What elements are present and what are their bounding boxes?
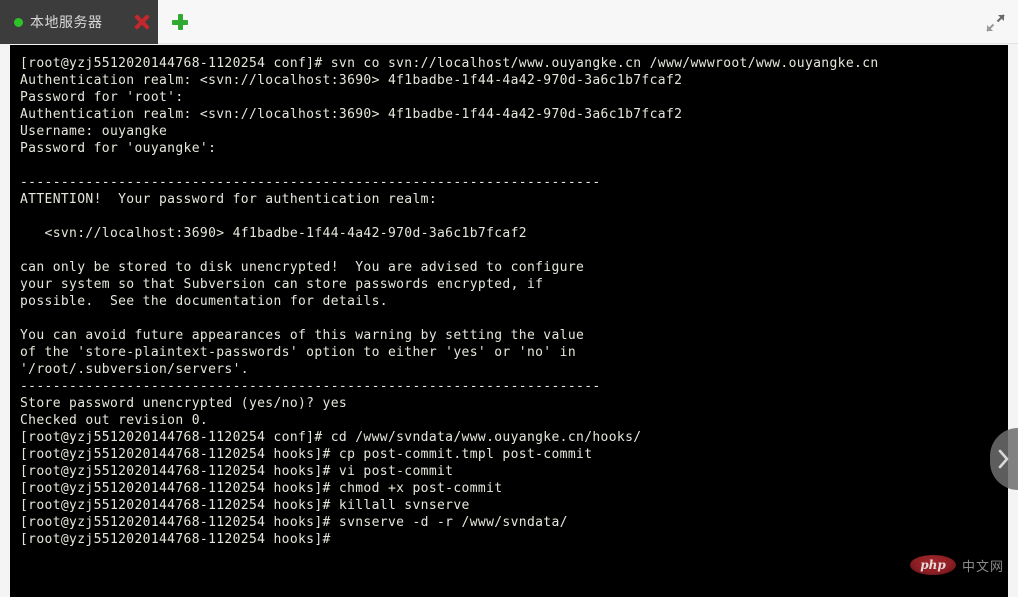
close-x-icon[interactable]	[132, 12, 152, 32]
add-tab-button[interactable]	[158, 0, 202, 44]
terminal-line: [root@yzj5512020144768-1120254 hooks]# s…	[20, 515, 568, 530]
chevron-right-icon	[998, 449, 1009, 469]
terminal-line: [root@yzj5512020144768-1120254 hooks]# v…	[20, 464, 454, 479]
terminal-line: [root@yzj5512020144768-1120254 hooks]# k…	[20, 498, 470, 513]
terminal-line: Password for 'root':	[20, 90, 184, 105]
terminal-line: Store password unencrypted (yes/no)? yes	[20, 396, 348, 411]
terminal-line: Checked out revision 0.	[20, 413, 209, 428]
plus-icon	[172, 14, 188, 30]
terminal-line: [root@yzj5512020144768-1120254 hooks]# c…	[20, 447, 593, 462]
tab-label: 本地服务器	[30, 15, 103, 31]
expand-diagonal-icon[interactable]	[984, 13, 1006, 33]
terminal-line: Password for 'ouyangke':	[20, 141, 217, 156]
terminal-line: possible. See the documentation for deta…	[20, 294, 388, 309]
terminal-line: [root@yzj5512020144768-1120254 conf]# sv…	[20, 56, 879, 71]
terminal-line: ----------------------------------------…	[20, 379, 601, 394]
terminal-window: 本地服务器 [root@yzj5512020144768-1120254 con…	[0, 0, 1018, 597]
tab-bar: 本地服务器	[0, 0, 1018, 44]
terminal-line: [root@yzj5512020144768-1120254 conf]# cd…	[20, 430, 642, 445]
terminal-line: '/root/.subversion/servers'.	[20, 362, 249, 377]
terminal-line: [root@yzj5512020144768-1120254 hooks]# c…	[20, 481, 503, 496]
terminal-line: can only be stored to disk unencrypted! …	[20, 260, 585, 275]
terminal-line: ----------------------------------------…	[20, 175, 601, 190]
terminal-line: Authentication realm: <svn://localhost:3…	[20, 107, 683, 122]
terminal-line: your system so that Subversion can store…	[20, 277, 544, 292]
terminal-line: You can avoid future appearances of this…	[20, 328, 585, 343]
terminal-line: <svn://localhost:3690> 4f1badbe-1f44-4a4…	[20, 226, 527, 241]
tab-local-server[interactable]: 本地服务器	[0, 0, 158, 44]
terminal-output-pane[interactable]: [root@yzj5512020144768-1120254 conf]# sv…	[10, 45, 1008, 597]
terminal-line: Authentication realm: <svn://localhost:3…	[20, 73, 683, 88]
terminal-line: [root@yzj5512020144768-1120254 hooks]#	[20, 532, 331, 547]
terminal-lines: [root@yzj5512020144768-1120254 conf]# sv…	[10, 55, 1008, 548]
terminal-line: ATTENTION! Your password for authenticat…	[20, 192, 438, 207]
terminal-line: Username: ouyangke	[20, 124, 168, 139]
green-status-dot	[14, 17, 23, 27]
terminal-line: of the 'store-plaintext-passwords' optio…	[20, 345, 577, 360]
